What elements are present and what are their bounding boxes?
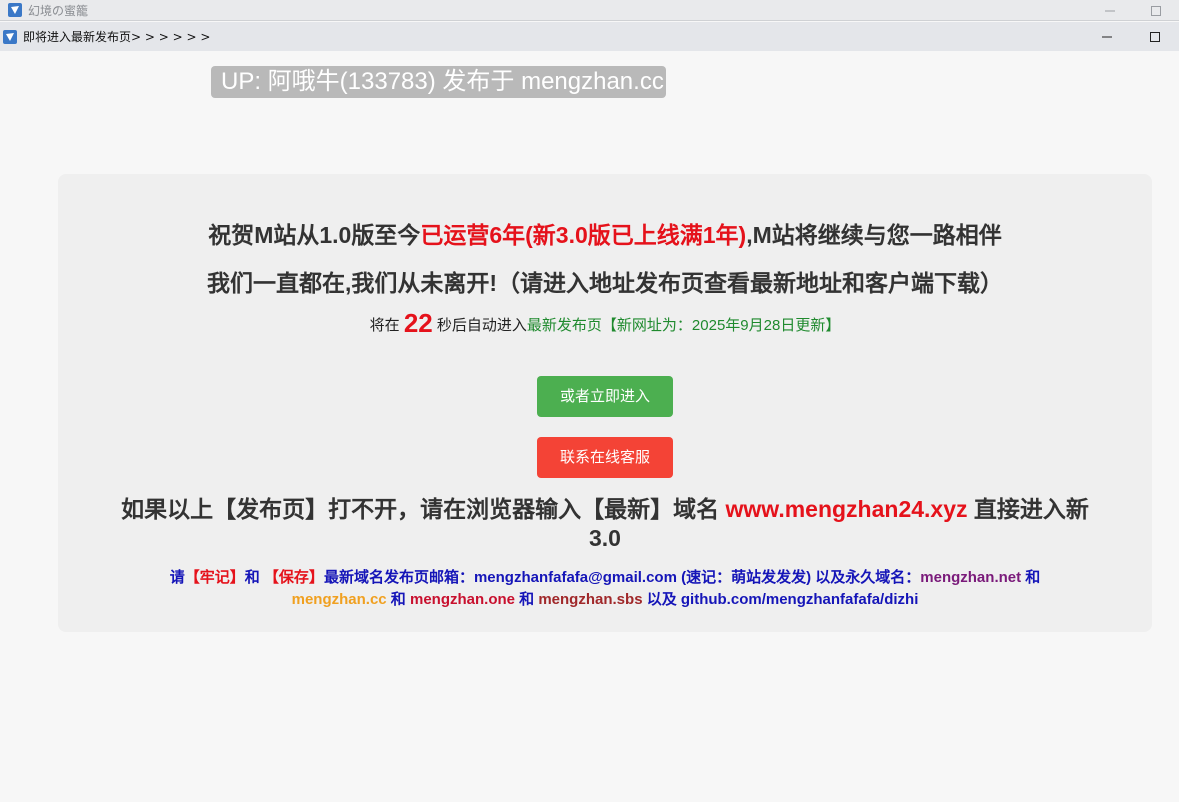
headline-still-here: 我们一直都在,我们从未离开!（请进入地址发布页查看最新地址和客户端下载）: [206, 270, 1004, 296]
domain-info: 请【牢记】和 【保存】最新域名发布页邮箱：mengzhanfafafa@gmai…: [118, 567, 1092, 611]
info-save: 【保存】: [263, 569, 324, 586]
app-icon: [8, 3, 22, 17]
info-text: 和: [244, 569, 264, 586]
app-icon: [3, 29, 17, 44]
notice-text: 如果以上【发布页】打不开，请在浏览器输入【最新】域名: [121, 496, 726, 522]
minimize-icon: [1105, 10, 1115, 11]
info-text: 和: [1021, 569, 1041, 586]
headline-part: ,M站将继续与您一路相伴: [746, 222, 1002, 248]
outer-minimize-button[interactable]: [1087, 0, 1133, 21]
maximize-icon: [1150, 31, 1160, 42]
outer-window-title: 幻境の蜜籠: [28, 3, 89, 18]
domain-one-link[interactable]: mengzhan.one: [410, 591, 515, 608]
countdown-suffix: 秒后自动进入: [432, 317, 527, 334]
latest-page-link[interactable]: 最新发布页【新网址为：2025年9月28日更新】: [527, 317, 840, 334]
inner-minimize-button[interactable]: [1083, 22, 1131, 51]
domain-cc-link[interactable]: mengzhan.cc: [292, 591, 387, 608]
contact-support-button[interactable]: 联系在线客服: [537, 437, 673, 478]
announcement-card: 祝贺M站从1.0版至今已运营6年(新3.0版已上线满1年),M站将继续与您一路相…: [58, 174, 1152, 632]
maximize-icon: [1151, 5, 1161, 16]
headline-anniversary: 祝贺M站从1.0版至今已运营6年(新3.0版已上线满1年),M站将继续与您一路相…: [58, 216, 1152, 250]
headline-part: 祝贺M站从1.0版至今: [208, 222, 421, 248]
info-email[interactable]: 最新域名发布页邮箱：mengzhanfafafa@gmail.com (速记：萌…: [324, 569, 920, 586]
outer-title-bar: 幻境の蜜籠: [0, 0, 1179, 21]
domain-sbs-link[interactable]: mengzhan.sbs: [538, 591, 642, 608]
domain-net-link[interactable]: mengzhan.net: [920, 569, 1021, 586]
info-remember: 【牢记】: [184, 569, 245, 586]
github-link[interactable]: 以及 github.com/mengzhanfafafa/dizhi: [643, 591, 919, 608]
info-text: 和: [386, 591, 410, 608]
latest-domain-link[interactable]: www.mengzhan24.xyz: [726, 496, 968, 522]
headline-highlight: 已运营6年(新3.0版已上线满1年): [420, 222, 747, 248]
inner-maximize-button[interactable]: [1131, 22, 1179, 51]
info-text: 请: [169, 569, 185, 586]
enter-now-button[interactable]: 或者立即进入: [537, 376, 673, 417]
inner-title-bar: 即将进入最新发布页> > > > > >: [0, 22, 1179, 51]
outer-maximize-button[interactable]: [1133, 0, 1179, 21]
inner-window-title: 即将进入最新发布页> > > > > >: [23, 30, 211, 44]
countdown-prefix: 将在: [369, 317, 404, 334]
fallback-notice: 如果以上【发布页】打不开，请在浏览器输入【最新】域名 www.mengzhan2…: [118, 495, 1092, 553]
uploader-badge: UP: 阿哦牛(133783) 发布于 mengzhan.cc: [211, 66, 666, 98]
countdown-seconds: 22: [403, 308, 433, 338]
info-text: 和: [515, 591, 539, 608]
countdown-line: 将在 22 秒后自动进入最新发布页【新网址为：2025年9月28日更新】: [58, 308, 1152, 339]
minimize-icon: [1102, 36, 1112, 37]
